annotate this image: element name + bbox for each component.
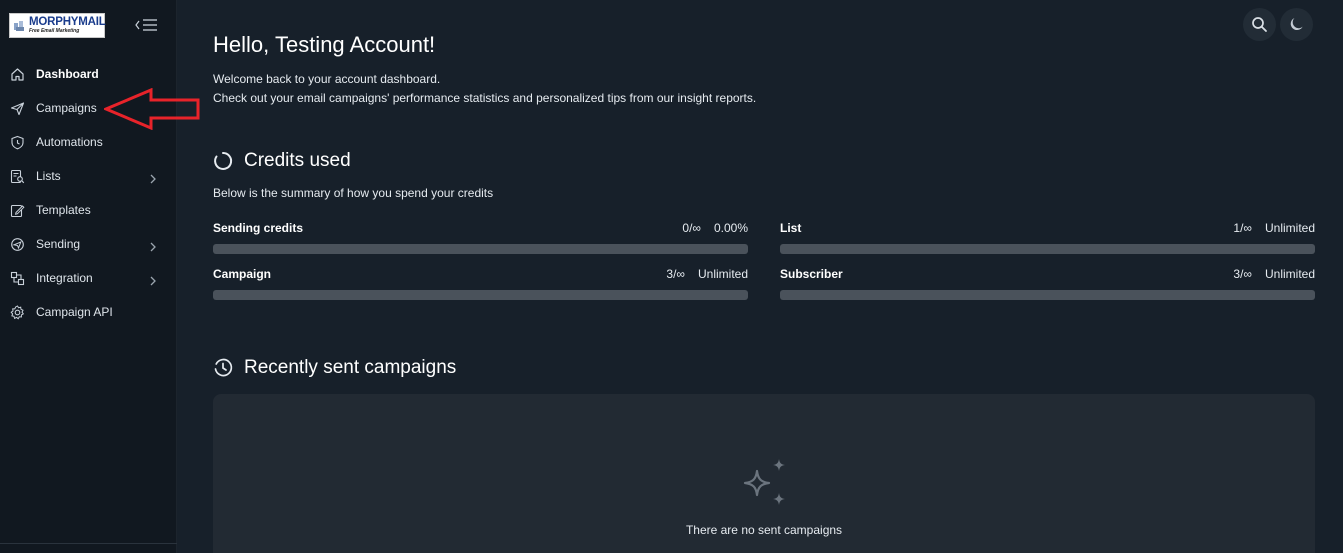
chevron-right-icon — [149, 239, 157, 252]
logo-mark-icon — [13, 19, 27, 33]
sidebar-item-campaign-api[interactable]: Campaign API — [0, 295, 177, 329]
sidebar-item-label: Automations — [36, 135, 103, 149]
sidebar-item-dashboard[interactable]: Dashboard — [0, 57, 177, 91]
sidebar-item-sending[interactable]: Sending — [0, 227, 177, 261]
stat-value: 0.00% — [713, 221, 748, 235]
history-icon — [214, 358, 233, 377]
brand-logo[interactable]: MORPHYMAIL Free Email Marketing — [9, 13, 106, 38]
search-icon — [1252, 17, 1267, 32]
sidebar-item-automations[interactable]: Automations — [0, 125, 177, 159]
sidebar-divider — [0, 543, 177, 544]
welcome-line-2: Check out your email campaigns' performa… — [213, 91, 757, 105]
stat-usage: 3/∞ — [666, 267, 685, 281]
gear-icon — [10, 304, 25, 320]
stat-usage: 1/∞ — [1233, 221, 1252, 235]
stat-value: Unlimited — [1264, 221, 1315, 235]
sidebar-item-lists[interactable]: Lists — [0, 159, 177, 193]
shield-clock-icon — [10, 135, 25, 150]
sidebar-item-label: Dashboard — [36, 67, 99, 81]
sidebar-item-label: Sending — [36, 237, 81, 251]
loading-circle-icon — [214, 151, 233, 170]
stat-list: List 1/∞ Unlimited — [780, 220, 1315, 254]
welcome-line-1: Welcome back to your account dashboard. — [213, 72, 441, 86]
dark-mode-toggle[interactable] — [1280, 8, 1313, 41]
sidebar-item-label: Campaigns — [36, 101, 97, 115]
recent-section-title: Recently sent campaigns — [213, 357, 456, 379]
page-title: Hello, Testing Account! — [213, 32, 436, 57]
sidebar-item-templates[interactable]: Templates — [0, 193, 177, 227]
stat-usage: 3/∞ — [1233, 267, 1252, 281]
moon-icon — [1290, 18, 1303, 31]
credits-description: Below is the summary of how you spend yo… — [213, 186, 494, 200]
sidebar: MORPHYMAIL Free Email Marketing Dashboar… — [0, 0, 177, 553]
empty-state-panel: There are no sent campaigns — [213, 394, 1315, 553]
stat-name: Subscriber — [780, 267, 843, 281]
welcome-text: Welcome back to your account dashboard. … — [213, 70, 756, 108]
list-search-icon — [10, 169, 25, 184]
sparkles-icon — [743, 459, 785, 505]
sidebar-item-label: Integration — [36, 271, 93, 285]
chevron-right-icon — [149, 171, 157, 184]
edit-icon — [10, 203, 25, 218]
plug-icon — [10, 271, 25, 286]
sidebar-item-integration[interactable]: Integration — [0, 261, 177, 295]
stat-name: Sending credits — [213, 221, 304, 235]
progress-bar — [213, 244, 748, 254]
progress-bar — [213, 290, 748, 300]
stat-usage: 0/∞ — [682, 221, 701, 235]
brand-tagline: Free Email Marketing — [29, 28, 80, 35]
stat-value: Unlimited — [1264, 267, 1315, 281]
stat-campaign: Campaign 3/∞ Unlimited — [213, 266, 748, 300]
sidebar-item-label: Campaign API — [36, 305, 113, 319]
progress-bar — [780, 290, 1315, 300]
search-button[interactable] — [1243, 8, 1276, 41]
send-icon — [10, 101, 25, 116]
sidebar-item-label: Templates — [36, 203, 91, 217]
progress-bar — [780, 244, 1315, 254]
stat-subscriber: Subscriber 3/∞ Unlimited — [780, 266, 1315, 300]
brand-name: MORPHYMAIL — [29, 15, 106, 28]
empty-state-text: There are no sent campaigns — [685, 523, 843, 537]
stat-name: Campaign — [213, 267, 272, 281]
stat-name: List — [780, 221, 802, 235]
collapse-menu-icon — [135, 19, 157, 31]
home-icon — [10, 67, 25, 82]
sidebar-item-label: Lists — [36, 169, 61, 183]
globe-send-icon — [10, 237, 25, 252]
annotation-arrow — [104, 88, 200, 130]
chevron-right-icon — [149, 273, 157, 286]
stat-value: Unlimited — [697, 267, 748, 281]
stat-sending-credits: Sending credits 0/∞ 0.00% — [213, 220, 748, 254]
sidebar-collapse-button[interactable] — [135, 15, 159, 35]
credits-title: Credits used — [244, 150, 351, 171]
recent-title: Recently sent campaigns — [244, 357, 457, 378]
credits-section-title: Credits used — [213, 150, 351, 172]
